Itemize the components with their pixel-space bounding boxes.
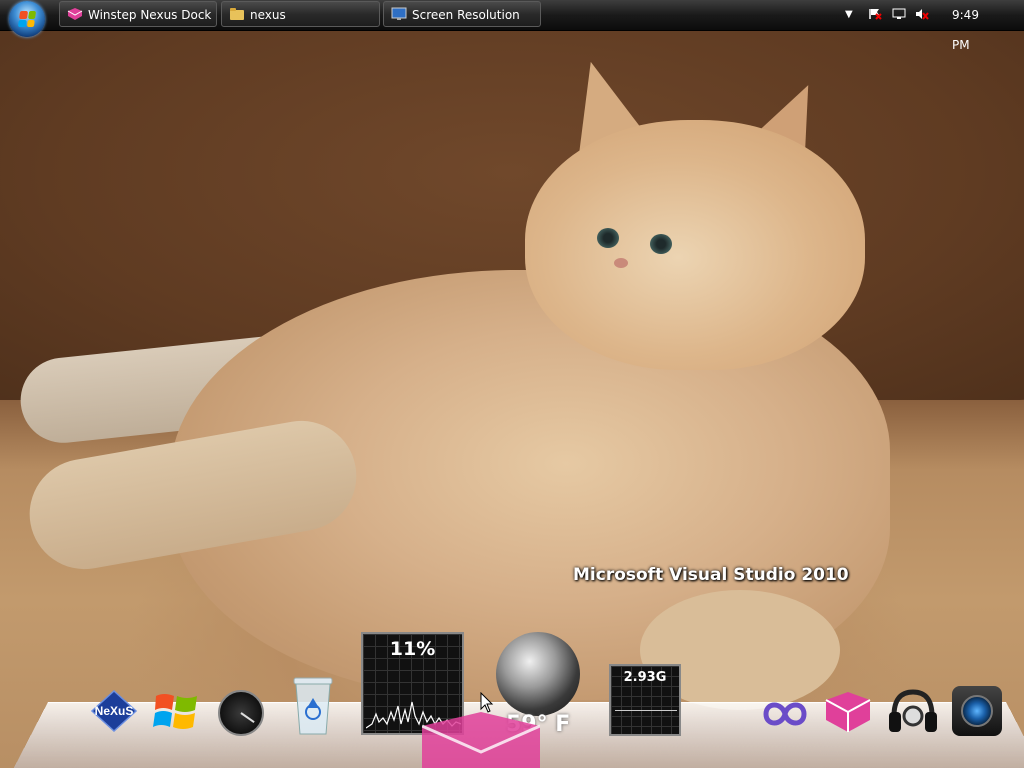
memory-meter-widget[interactable]: 2.93G (609, 664, 681, 736)
flag-alert-icon[interactable] (868, 8, 882, 20)
memory-usage-value: 2.93G (623, 670, 667, 685)
weather-widget-orb[interactable] (496, 632, 580, 716)
volume-muted-icon[interactable] (915, 8, 929, 20)
nexus-dock-reflection-icon (422, 712, 540, 768)
windows-logo-icon[interactable] (152, 688, 200, 734)
taskbar-button-nexus-folder[interactable]: nexus (221, 1, 380, 27)
folder-icon (230, 8, 244, 20)
clock-widget[interactable] (218, 690, 264, 736)
cpu-usage-value: 11% (389, 638, 436, 660)
cat-left-eye (597, 228, 619, 248)
cat-nose (614, 258, 628, 268)
taskbar-button-screen-resolution[interactable]: Screen Resolution (383, 1, 541, 27)
cat-right-eye (650, 234, 672, 254)
cat-head (525, 120, 865, 370)
start-button[interactable] (9, 1, 45, 37)
mouse-pointer-icon (480, 692, 494, 713)
camera-lens (961, 695, 993, 727)
memory-usage-line (615, 710, 677, 711)
windows-flag-icon (17, 11, 37, 27)
taskbar-button-label: Winstep Nexus Dock ... (88, 8, 217, 22)
taskbar-button-label: nexus (250, 8, 286, 22)
recycle-bin-icon[interactable] (288, 672, 338, 738)
taskbar-button-label: Screen Resolution (412, 8, 520, 22)
nexus-dock-icon[interactable] (824, 690, 872, 734)
display-icon (391, 7, 407, 20)
network-icon[interactable] (892, 8, 906, 20)
desktop-shortcut-label[interactable]: Microsoft Visual Studio 2010 (573, 565, 849, 585)
camera-icon[interactable] (952, 686, 1002, 736)
nexus-logo-icon[interactable]: NeXuS (90, 690, 138, 732)
taskbar: Winstep Nexus Dock ... nexus Screen Reso… (0, 0, 1024, 52)
nexus-logo-text: NeXuS (95, 704, 134, 718)
system-clock[interactable]: 9:49 PM (952, 0, 996, 52)
nexus-dock-icon (67, 8, 83, 20)
headphones-icon[interactable] (886, 686, 940, 736)
show-hidden-icons-chevron[interactable]: ▼ (845, 0, 857, 30)
clock-hand (240, 712, 255, 723)
visual-studio-icon[interactable] (760, 698, 810, 730)
taskbar-button-nexus-dock[interactable]: Winstep Nexus Dock ... (59, 1, 217, 27)
